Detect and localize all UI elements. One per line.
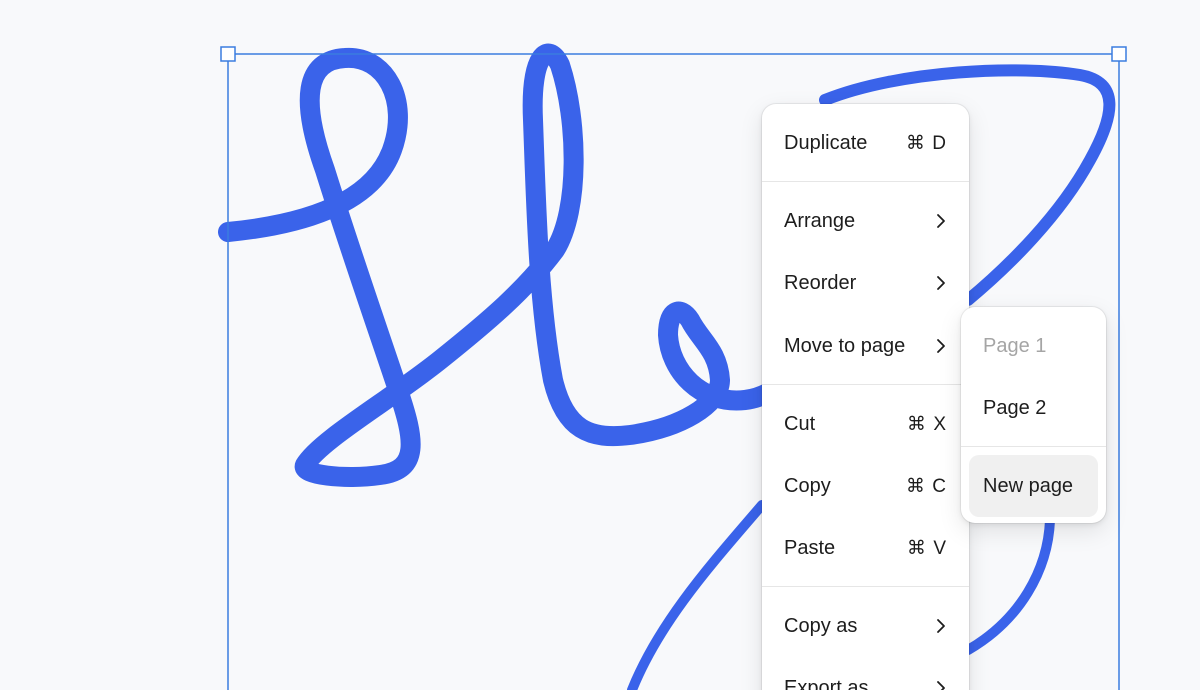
move-to-page-submenu: Page 1 Page 2 New page (961, 307, 1106, 523)
menu-item-label: Copy (784, 474, 831, 497)
menu-item-label: Cut (784, 412, 816, 435)
chevron-right-icon (935, 337, 947, 355)
menu-item-paste[interactable]: Paste ⌘ V (770, 521, 961, 575)
freehand-stroke-tail-path[interactable] (627, 500, 767, 690)
keyboard-shortcut: ⌘ X (907, 413, 947, 435)
submenu-item-new-page[interactable]: New page (969, 455, 1098, 517)
context-menu: Duplicate ⌘ D Arrange Reorder Move to pa… (762, 104, 969, 690)
menu-divider (762, 586, 969, 587)
menu-item-label: Copy as (784, 614, 858, 637)
chevron-right-icon (935, 212, 947, 230)
menu-item-export-as[interactable]: Export as (770, 661, 961, 690)
menu-item-arrange[interactable]: Arrange (770, 194, 961, 248)
menu-item-label: Duplicate (784, 131, 868, 154)
resize-handle-top-right[interactable] (1111, 46, 1127, 62)
menu-item-label: Move to page (784, 334, 906, 357)
menu-item-label: Reorder (784, 271, 857, 294)
menu-item-label: Export as (784, 676, 869, 690)
menu-item-duplicate[interactable]: Duplicate ⌘ D (770, 116, 961, 170)
freehand-stroke-path[interactable] (218, 43, 810, 487)
keyboard-shortcut: ⌘ V (907, 537, 947, 559)
keyboard-shortcut: ⌘ C (906, 475, 947, 497)
menu-item-label: Paste (784, 536, 836, 559)
menu-divider (762, 181, 969, 182)
menu-divider (961, 446, 1106, 447)
menu-item-label: Arrange (784, 209, 856, 232)
menu-item-move-to-page[interactable]: Move to page (770, 319, 961, 373)
menu-divider (762, 384, 969, 385)
submenu-item-page-2[interactable]: Page 2 (969, 381, 1098, 435)
chevron-right-icon (935, 617, 947, 635)
menu-item-copy[interactable]: Copy ⌘ C (770, 459, 961, 513)
submenu-item-label: New page (983, 474, 1074, 497)
menu-item-cut[interactable]: Cut ⌘ X (770, 397, 961, 451)
menu-item-reorder[interactable]: Reorder (770, 256, 961, 310)
chevron-right-icon (935, 274, 947, 292)
submenu-item-page-1: Page 1 (969, 319, 1098, 373)
drawing-canvas[interactable]: Duplicate ⌘ D Arrange Reorder Move to pa… (0, 0, 1200, 690)
submenu-item-label: Page 2 (983, 396, 1047, 419)
submenu-item-label: Page 1 (983, 334, 1047, 357)
freehand-stroke-bottom-path[interactable] (963, 515, 1055, 655)
chevron-right-icon (935, 679, 947, 690)
resize-handle-top-left[interactable] (220, 46, 236, 62)
menu-item-copy-as[interactable]: Copy as (770, 599, 961, 653)
keyboard-shortcut: ⌘ D (906, 132, 947, 154)
